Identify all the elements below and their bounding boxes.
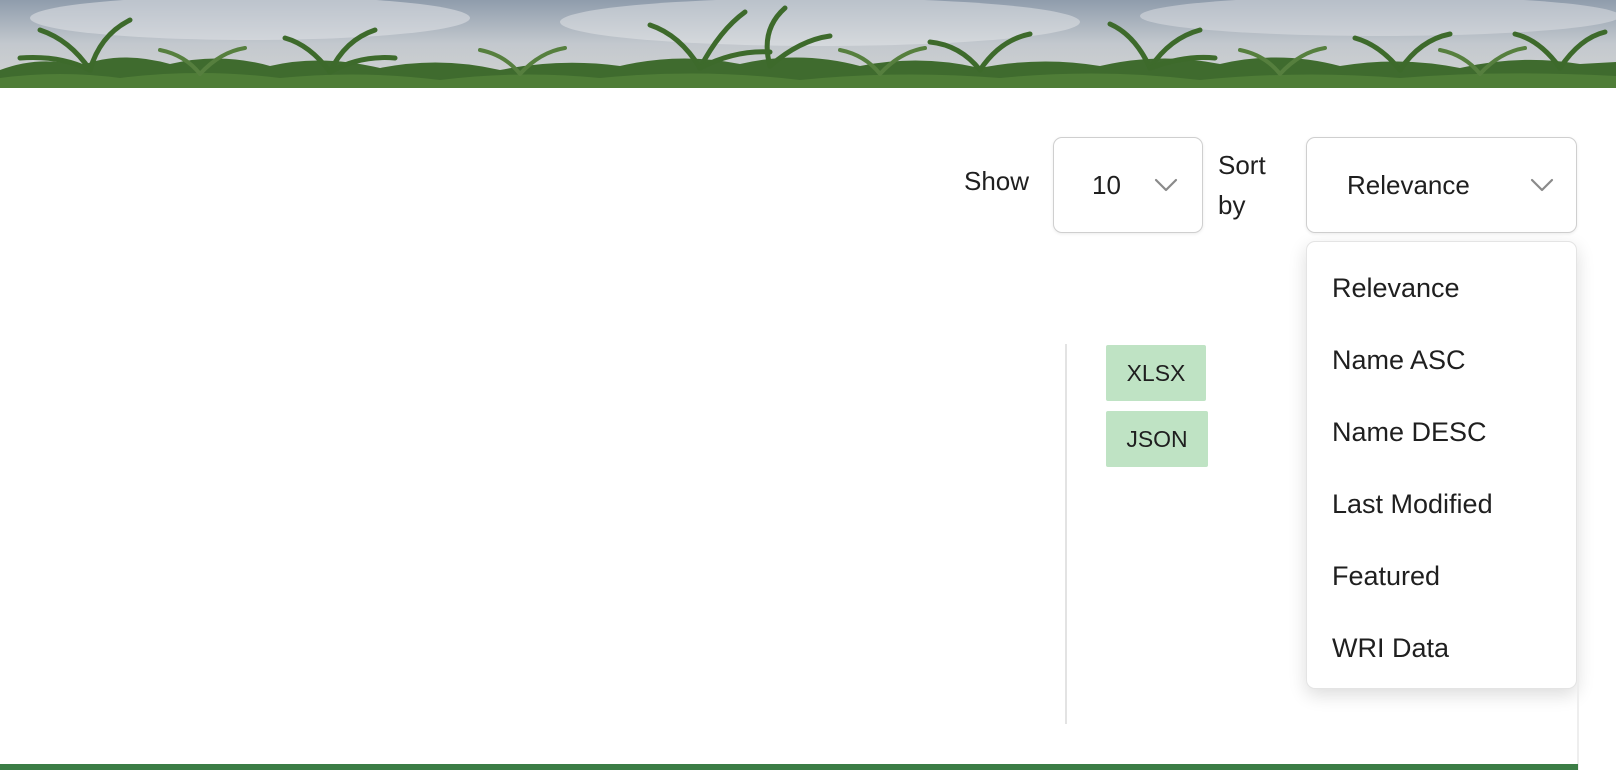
chevron-down-icon	[1530, 178, 1554, 192]
sort-option-featured[interactable]: Featured	[1307, 540, 1576, 612]
sort-dropdown-menu: Relevance Name ASC Name DESC Last Modifi…	[1306, 241, 1577, 689]
sort-value: Relevance	[1347, 169, 1470, 200]
sort-by-label: Sort by	[1218, 150, 1266, 220]
format-badge-json[interactable]: JSON	[1106, 411, 1208, 467]
sort-option-name-asc[interactable]: Name ASC	[1307, 324, 1576, 396]
format-badge-xlsx[interactable]: XLSX	[1106, 345, 1206, 401]
result-bottom-rule	[0, 764, 1578, 770]
sort-option-relevance[interactable]: Relevance	[1307, 252, 1576, 324]
page-size-select[interactable]: 10	[1053, 137, 1203, 233]
show-label: Show	[964, 166, 1030, 196]
result-column-divider	[1065, 344, 1067, 724]
sort-option-wri-data[interactable]: WRI Data	[1307, 612, 1576, 684]
palm-trees-image	[0, 0, 1616, 88]
hero-banner	[0, 0, 1616, 88]
page-size-value: 10	[1092, 169, 1121, 200]
sort-option-name-desc[interactable]: Name DESC	[1307, 396, 1576, 468]
sort-select[interactable]: Relevance	[1306, 137, 1577, 233]
card-right-border	[1577, 300, 1579, 770]
sort-option-last-modified[interactable]: Last Modified	[1307, 468, 1576, 540]
chevron-down-icon	[1154, 178, 1178, 192]
